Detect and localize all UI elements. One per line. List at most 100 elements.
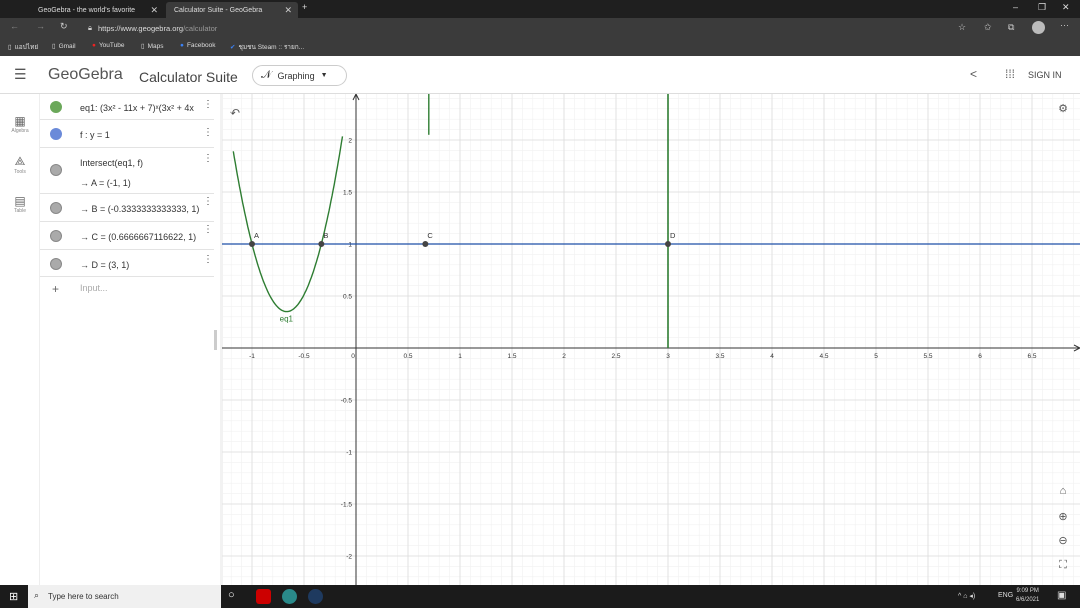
- reload-icon[interactable]: ↻: [60, 21, 68, 32]
- fullscreen-icon[interactable]: ⛶: [1054, 556, 1072, 574]
- point-label: C: [427, 231, 433, 240]
- edge-icon[interactable]: [282, 589, 297, 604]
- visibility-toggle[interactable]: [50, 128, 62, 140]
- restore-icon[interactable]: ❐: [1038, 2, 1046, 13]
- bookmark-youtube[interactable]: ● YouTube: [92, 42, 124, 49]
- rail-item-algebra[interactable]: ▦ Algebra: [0, 114, 40, 134]
- visibility-toggle[interactable]: [50, 202, 62, 214]
- tab-geogebra-home[interactable]: GeoGebra - the world's favorite ✕: [30, 2, 164, 18]
- profile-avatar[interactable]: [1032, 21, 1045, 34]
- y-tick-label: -0.5: [341, 398, 353, 405]
- tray-icons[interactable]: ^ ⌂ ◂): [958, 592, 975, 600]
- app-switcher-button[interactable]: 𝒩 Graphing ▼: [252, 65, 347, 86]
- x-tick-label: 0: [351, 353, 355, 360]
- page-icon: ▯: [8, 44, 12, 51]
- algebra-row-f[interactable]: f : y = 1 ⋮: [40, 120, 214, 148]
- steam-icon[interactable]: [308, 589, 323, 604]
- rail-item-tools[interactable]: ⟁ Tools: [0, 154, 40, 175]
- close-icon[interactable]: ✕: [150, 5, 158, 16]
- home-icon[interactable]: ⌂: [1054, 482, 1072, 500]
- add-icon[interactable]: +: [52, 282, 59, 296]
- caret-down-icon: ▼: [320, 72, 328, 79]
- gear-icon[interactable]: ⚙: [1054, 100, 1072, 118]
- visibility-toggle[interactable]: [50, 164, 62, 176]
- visibility-toggle[interactable]: [50, 258, 62, 270]
- bookmarks-bar: ▯ แอปไทย่ ▯ Gmail ● YouTube ▯ Maps ● Facebook…: [0, 38, 1080, 56]
- x-tick-label: 1: [458, 353, 462, 360]
- zoom-out-icon[interactable]: ⊖: [1054, 532, 1072, 550]
- expression-output: → C = (0.6666667116622, 1): [80, 232, 197, 242]
- close-window-icon[interactable]: ✕: [1062, 2, 1070, 13]
- language-indicator[interactable]: ENG: [998, 592, 1013, 599]
- algebra-row-C[interactable]: → C = (0.6666667116622, 1) ⋮: [40, 222, 214, 250]
- task-view-icon[interactable]: ○: [228, 589, 235, 601]
- x-tick-label: 1.5: [507, 353, 516, 360]
- more-icon[interactable]: ···: [1060, 20, 1069, 30]
- brand-logo: GeoGebra: [48, 66, 123, 83]
- apps-grid-icon[interactable]: ⁞⁞⁞: [1005, 67, 1015, 81]
- curve-label: eq1: [280, 315, 294, 324]
- x-tick-label: 5: [874, 353, 878, 360]
- visibility-toggle[interactable]: [50, 101, 62, 113]
- menu-icon[interactable]: ☰: [14, 66, 27, 83]
- netflix-icon[interactable]: [256, 589, 271, 604]
- more-vert-icon[interactable]: ⋮: [203, 127, 213, 138]
- zoom-in-icon[interactable]: ⊕: [1054, 508, 1072, 526]
- algebra-row-D[interactable]: → D = (3, 1) ⋮: [40, 250, 214, 277]
- rail-item-table[interactable]: ▤ Table: [0, 194, 40, 214]
- page-icon: ▯: [52, 43, 56, 50]
- bookmark-steam[interactable]: ✔ ชุมชน Steam :: รายก...: [230, 42, 304, 52]
- bookmark-maps[interactable]: ▯ Maps: [141, 42, 163, 51]
- point-A: [249, 241, 255, 247]
- algebra-input-row[interactable]: + Input...: [40, 277, 214, 303]
- lock-icon: 🔒︎: [88, 23, 92, 32]
- y-tick-label: 1.5: [343, 190, 352, 197]
- url-path: /calculator: [183, 23, 218, 33]
- bookmark-apps[interactable]: ▯ แอปไทย่: [8, 42, 38, 52]
- app-switcher-label: Graphing: [277, 70, 315, 81]
- expression-text: f : y = 1: [80, 130, 110, 140]
- bookmark-facebook[interactable]: ● Facebook: [180, 42, 215, 49]
- axes: [222, 94, 1080, 585]
- panel-resize-handle[interactable]: [214, 330, 217, 350]
- tools-icon: ⟁: [14, 154, 26, 168]
- forward-icon[interactable]: →: [36, 21, 45, 31]
- bookmark-gmail[interactable]: ▯ Gmail: [52, 42, 76, 51]
- address-bar: ← → ↻ 🔒︎ https://www.geogebra.org/calcul…: [0, 18, 1080, 38]
- more-vert-icon[interactable]: ⋮: [203, 254, 213, 265]
- share-icon[interactable]: <: [970, 67, 977, 81]
- minimize-icon[interactable]: –: [1013, 2, 1018, 12]
- rail-label: Table: [14, 208, 26, 214]
- sign-in-button[interactable]: SIGN IN: [1028, 70, 1062, 80]
- favorites-icon[interactable]: ✩: [984, 22, 992, 33]
- y-tick-label: -2: [346, 554, 352, 561]
- collections-icon[interactable]: ⧉: [1008, 22, 1014, 33]
- algebra-row-eq1[interactable]: eq1: (3x² - 11x + 7)ˣ(3x² + 4x ⋮: [40, 94, 214, 120]
- visibility-toggle[interactable]: [50, 230, 62, 242]
- url-field[interactable]: 🔒︎ https://www.geogebra.org/calculator: [88, 21, 928, 35]
- point-label: A: [254, 231, 259, 240]
- algebra-row-intersect[interactable]: Intersect(eq1, f) → A = (-1, 1) ⋮: [40, 148, 214, 194]
- y-tick-label: 1: [348, 242, 352, 249]
- graphics-view[interactable]: -1 -0.5 0 0.5 1 1.5 2 2.5 3 3.5 4 4.5 5 5.5 6 6.5 2 1.5 1…: [222, 94, 1080, 585]
- more-vert-icon[interactable]: ⋮: [203, 196, 213, 207]
- expression-output: → A = (-1, 1): [80, 178, 131, 188]
- notifications-icon[interactable]: ▣: [1057, 590, 1066, 601]
- clock[interactable]: 9:09 PM 6/6/2021: [1016, 587, 1039, 605]
- windows-start-icon[interactable]: ⊞: [9, 590, 18, 603]
- algebra-row-B[interactable]: → B = (-0.3333333333333, 1) ⋮: [40, 194, 214, 222]
- more-vert-icon[interactable]: ⋮: [203, 224, 213, 235]
- page-title: Calculator Suite: [139, 69, 238, 85]
- favorite-icon[interactable]: ☆: [958, 22, 966, 33]
- more-vert-icon[interactable]: ⋮: [203, 99, 213, 110]
- taskbar-search[interactable]: ⌕ Type here to search: [28, 585, 221, 608]
- x-tick-label: 4.5: [819, 353, 828, 360]
- more-vert-icon[interactable]: ⋮: [203, 153, 213, 164]
- close-icon[interactable]: ✕: [284, 5, 292, 16]
- tab-calculator-suite[interactable]: Calculator Suite - GeoGebra ✕: [166, 2, 298, 18]
- new-tab-button[interactable]: +: [302, 2, 307, 12]
- grid-major: [222, 94, 1080, 585]
- back-icon[interactable]: ←: [10, 21, 19, 31]
- input-field[interactable]: Input...: [80, 283, 108, 293]
- x-tick-label: 6: [978, 353, 982, 360]
